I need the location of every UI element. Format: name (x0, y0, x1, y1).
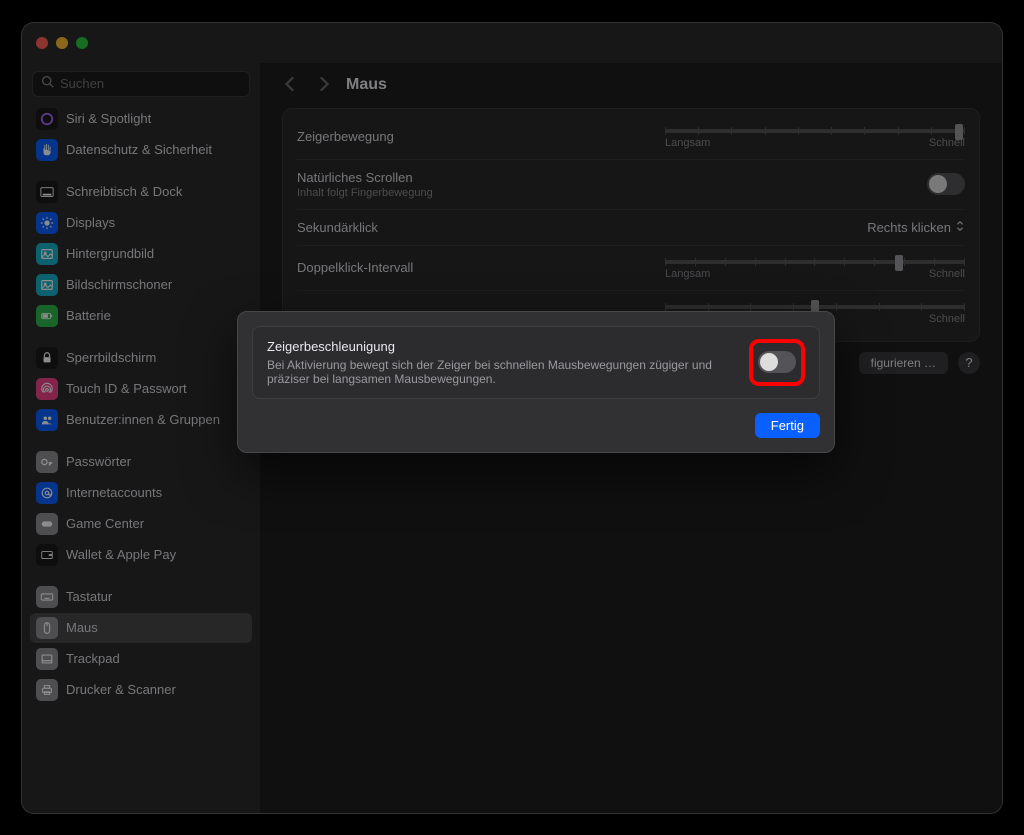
done-button[interactable]: Fertig (755, 413, 820, 438)
settings-window: Siri & SpotlightDatenschutz & Sicherheit… (22, 23, 1002, 813)
sheet-toggle-highlight (749, 339, 805, 386)
pointer-acceleration-sheet: Zeigerbeschleunigung Bei Aktivierung bew… (237, 311, 835, 453)
pointer-acceleration-toggle[interactable] (758, 351, 796, 373)
sheet-description: Bei Aktivierung bewegt sich der Zeiger b… (267, 358, 737, 386)
sheet-title: Zeigerbeschleunigung (267, 339, 737, 354)
